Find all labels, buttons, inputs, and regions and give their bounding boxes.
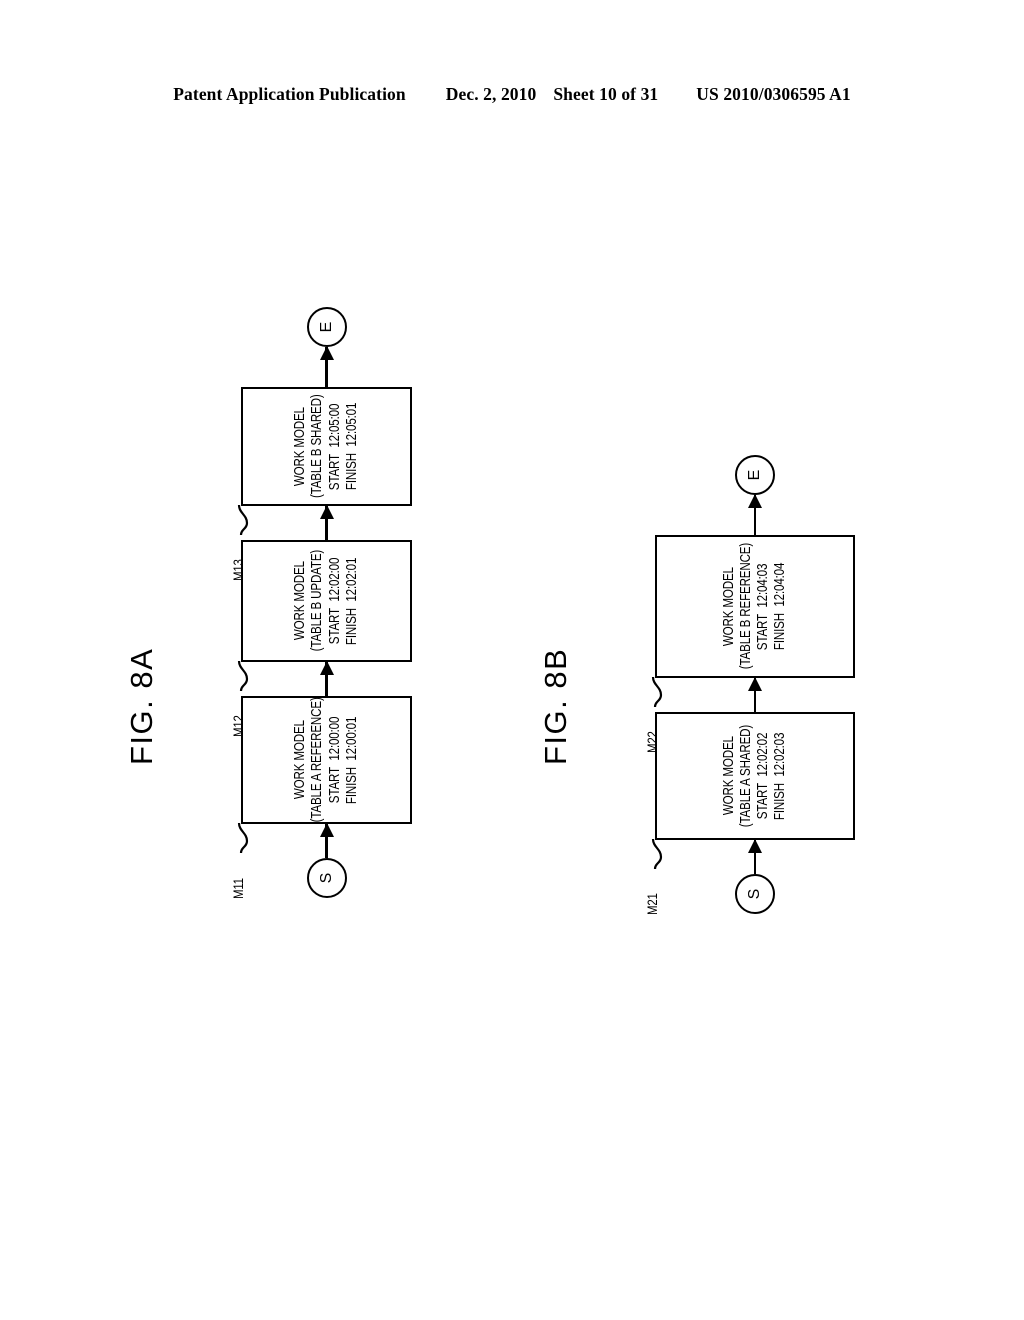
terminal-start-label-8b: S xyxy=(746,888,763,900)
terminal-end-8b: E xyxy=(735,455,775,495)
figure-area: FIG. 8A S WORK MODEL (TABLE A REFERENCE)… xyxy=(0,0,1024,1320)
reference-label-m12: M12 xyxy=(230,715,246,737)
terminal-start-label-8a: S xyxy=(317,872,335,884)
m13-subtitle: (TABLE B SHARED) xyxy=(309,394,326,499)
m21-finish-label: FINISH xyxy=(772,782,789,820)
arrow-m22-to-end xyxy=(753,495,757,535)
m13-start-time: 12:05:00 xyxy=(326,403,343,448)
figure-caption-8b: FIG. 8B xyxy=(538,647,573,765)
terminal-start-8b: S xyxy=(735,874,775,914)
m21-finish-time: 12:02:03 xyxy=(772,732,789,777)
flowchart-fig-8b: S WORK MODEL (TABLE A SHARED) START 12:0… xyxy=(644,455,855,915)
arrow-start-to-m11 xyxy=(325,824,328,858)
m11-start-label: START xyxy=(326,767,343,804)
work-model-box-m12: WORK MODEL (TABLE B UPDATE) START 12:02:… xyxy=(230,540,412,737)
m11-title: WORK MODEL xyxy=(292,720,309,800)
m22-finish-label: FINISH xyxy=(772,613,789,651)
terminal-end-label-8b: E xyxy=(746,469,763,481)
m13-title: WORK MODEL xyxy=(292,407,309,486)
m11-start-time: 12:00:00 xyxy=(326,716,343,761)
m12-finish-row: FINISH 12:02:01 xyxy=(344,557,361,644)
arrow-m11-to-m12 xyxy=(325,662,328,696)
m12-finish-label: FINISH xyxy=(343,607,360,645)
arrow-start-to-m21 xyxy=(753,840,757,874)
terminal-end-8a: E xyxy=(306,307,347,347)
reference-label-m22: M22 xyxy=(644,731,660,753)
m12-start-row: START 12:02:00 xyxy=(327,558,344,644)
m11-finish-label: FINISH xyxy=(343,766,360,804)
m21-start-time: 12:02:02 xyxy=(755,732,771,777)
m12-title: WORK MODEL xyxy=(292,561,309,641)
m22-title: WORK MODEL xyxy=(720,567,737,646)
m12-finish-time: 12:02:01 xyxy=(343,557,360,602)
terminal-end-label-8a: E xyxy=(317,321,335,333)
m22-start-label: START xyxy=(755,613,771,650)
m11-subtitle: (TABLE A REFERENCE) xyxy=(309,697,326,823)
reference-label-m21: M21 xyxy=(644,893,660,915)
flowchart-fig-8a: S WORK MODEL (TABLE A REFERENCE) START 1… xyxy=(230,307,412,899)
reference-label-m11: M11 xyxy=(230,878,246,899)
arrow-m21-to-m22 xyxy=(753,678,757,712)
m13-finish-row: FINISH 12:05:01 xyxy=(344,403,361,490)
m22-finish-row: FINISH 12:04:04 xyxy=(772,563,789,650)
terminal-start-8a: S xyxy=(306,858,347,898)
m22-start-row: START 12:04:03 xyxy=(755,563,772,649)
m22-start-time: 12:04:03 xyxy=(755,563,771,608)
m22-finish-time: 12:04:04 xyxy=(772,562,789,607)
m12-start-label: START xyxy=(326,608,343,645)
m13-start-label: START xyxy=(326,453,343,490)
m11-finish-time: 12:00:01 xyxy=(343,716,360,761)
m21-finish-row: FINISH 12:02:03 xyxy=(772,732,789,819)
reference-label-m13: M13 xyxy=(230,559,246,581)
work-model-box-m13: WORK MODEL (TABLE B SHARED) START 12:05:… xyxy=(230,387,412,581)
m12-start-time: 12:02:00 xyxy=(326,557,343,602)
m13-start-row: START 12:05:00 xyxy=(327,403,344,489)
m21-start-row: START 12:02:02 xyxy=(755,733,772,819)
m13-finish-time: 12:05:01 xyxy=(343,402,360,447)
m12-subtitle: (TABLE B UPDATE) xyxy=(309,550,326,652)
m21-start-label: START xyxy=(755,783,771,820)
work-model-box-m21: WORK MODEL (TABLE A SHARED) START 12:02:… xyxy=(644,712,855,915)
m21-title: WORK MODEL xyxy=(720,736,737,816)
m21-subtitle: (TABLE A SHARED) xyxy=(737,724,754,828)
work-model-box-m11: WORK MODEL (TABLE A REFERENCE) START 12:… xyxy=(230,696,412,899)
m11-start-row: START 12:00:00 xyxy=(327,717,344,803)
work-model-box-m22: WORK MODEL (TABLE B REFERENCE) START 12:… xyxy=(644,535,855,753)
m22-subtitle: (TABLE B REFERENCE) xyxy=(737,543,754,670)
figure-caption-8a: FIG. 8A xyxy=(124,647,159,765)
m11-finish-row: FINISH 12:00:01 xyxy=(344,716,361,803)
arrow-m13-to-end xyxy=(325,347,328,387)
m13-finish-label: FINISH xyxy=(343,453,360,491)
arrow-m12-to-m13 xyxy=(325,506,328,540)
